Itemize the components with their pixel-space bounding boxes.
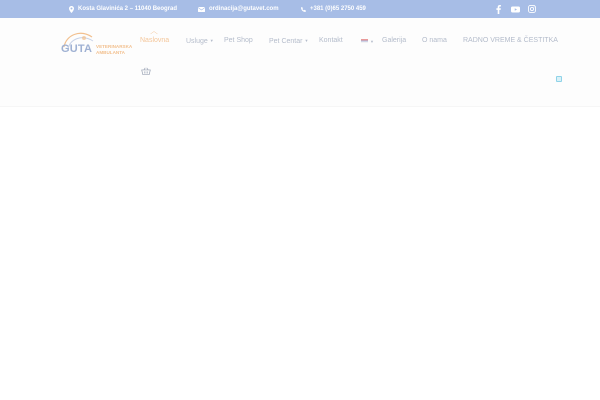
chevron-down-icon: ▼ [209,38,214,43]
top-bar: Kosta Glavinića 2 – 11040 Beograd ordina… [0,0,600,18]
instagram-icon [528,5,536,13]
facebook-icon [496,4,501,14]
nav-item-label: Pet Shop [224,37,253,44]
logo-subtitle: VETERINARSKA AMBULANTA [96,44,132,56]
nav-item-o-nama[interactable]: O nama [422,35,447,47]
nav-item-usluge[interactable]: Usluge ▼ [186,35,214,48]
envelope-icon [198,6,205,12]
nav-item-label: Galerija [382,37,407,44]
shopping-basket-icon[interactable] [141,67,151,75]
facebook-link[interactable] [496,0,501,18]
menu-toggle-icon[interactable] [556,76,562,82]
phone-icon [301,6,306,12]
youtube-link[interactable] [511,0,520,18]
nav-item-pet-shop[interactable]: Pet Shop [224,35,253,47]
phone-link[interactable]: +381 (0)65 2750 459 [310,6,366,12]
nav-item-label: Naslovna [140,37,170,44]
nav-item-kontakt[interactable]: Kontakt [319,35,343,47]
map-pin-icon [69,5,74,13]
nav-item-label: Usluge [186,38,208,45]
instagram-link[interactable] [528,0,536,18]
nav-item-label: RADNO VREME & ČESTITKA [463,37,558,44]
email-link[interactable]: ordinacija@gutavet.com [209,6,279,12]
nav-item-label: O nama [422,37,447,44]
language-selector[interactable]: ▼ [361,35,374,47]
chevron-down-icon: ▼ [304,38,309,43]
logo-subtitle-line2: AMBULANTA [96,50,126,55]
site-logo[interactable]: GUTA VETERINARSKA AMBULANTA [60,31,136,59]
youtube-icon [511,6,520,12]
nav-item-pet-centar[interactable]: Pet Centar ▼ [269,35,308,48]
address-item: Kosta Glavinića 2 – 11040 Beograd [69,0,177,18]
nav-item-label: Pet Centar [269,38,303,45]
phone-item[interactable]: +381 (0)65 2750 459 [301,0,366,18]
logo-brand-text: GUTA [61,43,93,55]
nav-item-radno-vreme[interactable]: RADNO VREME & ČESTITKA [463,35,558,47]
serbian-flag-icon [361,39,368,43]
nav-item-galerija[interactable]: Galerija [382,35,406,47]
chevron-down-icon: ▼ [370,38,374,44]
address-text: Kosta Glavinića 2 – 11040 Beograd [78,6,178,12]
nav-item-label: Kontakt [319,37,343,44]
nav-item-naslovna[interactable]: Naslovna [140,35,169,47]
email-item[interactable]: ordinacija@gutavet.com [198,0,279,18]
